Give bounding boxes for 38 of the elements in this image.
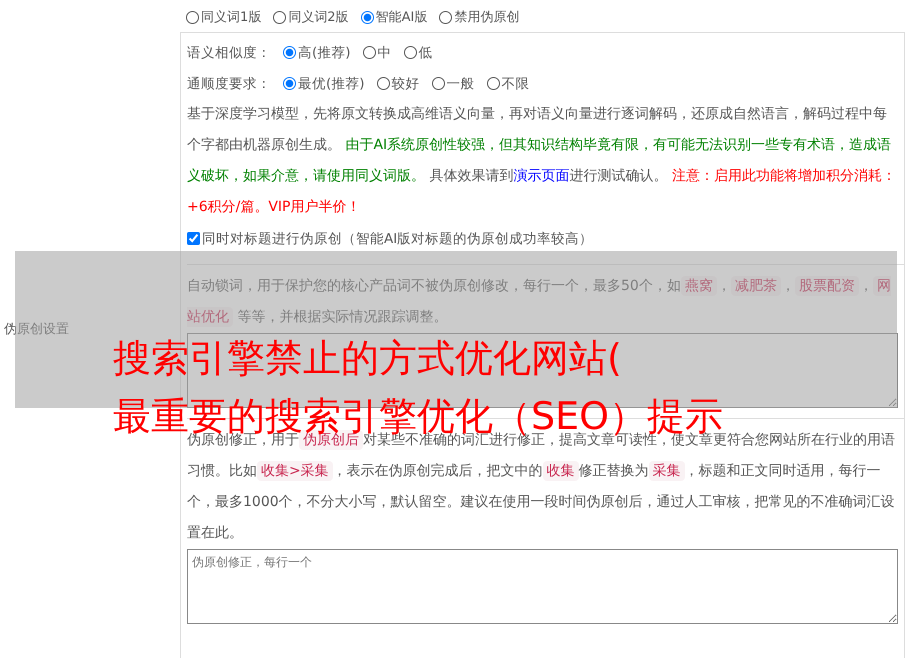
option-label: 不限: [502, 74, 530, 92]
option-label: 较好: [392, 74, 420, 92]
keyword-tag: 收集: [542, 461, 579, 481]
demo-link[interactable]: 演示页面: [513, 168, 570, 184]
section-label: 伪原创设置: [4, 321, 69, 338]
radio-button[interactable]: [283, 77, 296, 90]
field-label: 语义相似度：: [187, 44, 271, 62]
radio-button[interactable]: [360, 10, 374, 24]
keyword-tag: 燕窝: [680, 276, 717, 296]
description-text: 基于深度学习模型，先将原文转换成高维语义向量，再对语义向量进行逐词解码，还原成自然语言，解码过程中每个字都由机器原创生成。 由于AI系统原创性较强，但其知识结构毕竟有限，有可能无法识别一些专有术语，造成语义破坏，如果介意，请使用同义词版。 具体效果请到演示页面进行测试确认。 注意：启用此功能将增加积分消耗：+6积分/篇。VIP用户半价！: [187, 105, 897, 217]
checkbox[interactable]: [187, 232, 200, 245]
option-label: 禁用伪原创: [454, 9, 520, 26]
keyword-tag: 采集: [648, 461, 685, 481]
radio-button[interactable]: [439, 10, 452, 24]
radio-button[interactable]: [404, 46, 417, 59]
keyword-tag: 收集>采集: [257, 461, 333, 481]
radio-button[interactable]: [432, 77, 445, 90]
radio-button[interactable]: [273, 10, 286, 24]
radio-button[interactable]: [486, 77, 500, 90]
option-label: 智能AI版: [376, 9, 428, 26]
option-label: 低: [418, 44, 433, 62]
headline-text: 搜索引擎禁止的方式优化网站(: [113, 336, 622, 380]
field-label: 通顺度要求：: [187, 74, 271, 92]
option-label: 同义词1版: [201, 9, 262, 26]
option-label: 一般: [446, 74, 475, 92]
input-field[interactable]: 伪原创修正，每行一个: [187, 549, 898, 624]
radio-button[interactable]: [362, 46, 376, 59]
option-label: 同义词2版: [288, 9, 349, 26]
keyword-tag: 股票配资: [794, 276, 859, 296]
option-label: 中: [378, 44, 392, 62]
radio-button[interactable]: [376, 77, 390, 90]
radio-button[interactable]: [283, 46, 296, 59]
radio-button[interactable]: [186, 10, 199, 24]
option-label: 最优(推荐): [298, 74, 365, 92]
keyword-tag: 减肥茶: [730, 276, 781, 296]
option-label: 高(推荐): [298, 44, 351, 62]
description-text: 自动锁词，用于保护您的核心产品词不被伪原创修改，每行一个，最多50个，如 燕窝 ， 减肥茶 ， 股票配资 ， 网站优化 等等，并根据实际情况跟踪调整。: [187, 275, 892, 329]
checkbox-label: 同时对标题进行伪原创（智能AI版对标题的伪原创成功率较高）: [202, 230, 594, 248]
